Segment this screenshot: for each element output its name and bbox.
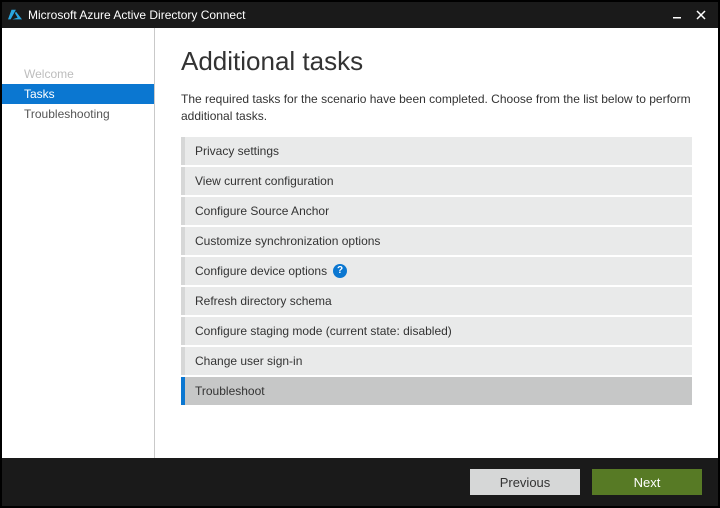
task-list: Privacy settings View current configurat… bbox=[181, 137, 692, 405]
main: Additional tasks The required tasks for … bbox=[155, 28, 718, 458]
close-button[interactable] bbox=[690, 6, 712, 24]
task-label: View current configuration bbox=[195, 174, 334, 188]
page-title: Additional tasks bbox=[181, 46, 692, 77]
footer: Previous Next bbox=[2, 458, 718, 506]
titlebar: Microsoft Azure Active Directory Connect bbox=[2, 2, 718, 28]
task-label: Refresh directory schema bbox=[195, 294, 332, 308]
help-icon[interactable]: ? bbox=[333, 264, 347, 278]
task-configure-source-anchor[interactable]: Configure Source Anchor bbox=[181, 197, 692, 225]
minimize-button[interactable] bbox=[666, 6, 688, 24]
next-button[interactable]: Next bbox=[592, 469, 702, 495]
task-label: Configure staging mode (current state: d… bbox=[195, 324, 452, 338]
task-label: Troubleshoot bbox=[195, 384, 265, 398]
task-configure-device-options[interactable]: Configure device options ? bbox=[181, 257, 692, 285]
task-change-user-sign-in[interactable]: Change user sign-in bbox=[181, 347, 692, 375]
button-label: Previous bbox=[500, 475, 551, 490]
task-label: Configure Source Anchor bbox=[195, 204, 329, 218]
button-label: Next bbox=[634, 475, 661, 490]
task-view-current-configuration[interactable]: View current configuration bbox=[181, 167, 692, 195]
sidebar-item-label: Welcome bbox=[24, 67, 74, 81]
sidebar-item-welcome: Welcome bbox=[2, 64, 154, 84]
sidebar: Welcome Tasks Troubleshooting bbox=[2, 28, 155, 458]
window-title: Microsoft Azure Active Directory Connect bbox=[28, 8, 245, 22]
app-window: Microsoft Azure Active Directory Connect… bbox=[0, 0, 720, 508]
content: Additional tasks The required tasks for … bbox=[155, 28, 718, 458]
task-refresh-directory-schema[interactable]: Refresh directory schema bbox=[181, 287, 692, 315]
task-label: Privacy settings bbox=[195, 144, 279, 158]
sidebar-item-tasks[interactable]: Tasks bbox=[2, 84, 154, 104]
task-label: Change user sign-in bbox=[195, 354, 302, 368]
sidebar-item-label: Troubleshooting bbox=[24, 107, 110, 121]
sidebar-item-label: Tasks bbox=[24, 87, 55, 101]
page-description: The required tasks for the scenario have… bbox=[181, 91, 692, 125]
task-troubleshoot[interactable]: Troubleshoot bbox=[181, 377, 692, 405]
previous-button[interactable]: Previous bbox=[470, 469, 580, 495]
azure-logo-icon bbox=[8, 8, 22, 22]
task-privacy-settings[interactable]: Privacy settings bbox=[181, 137, 692, 165]
sidebar-item-troubleshooting[interactable]: Troubleshooting bbox=[2, 104, 154, 124]
task-customize-synchronization-options[interactable]: Customize synchronization options bbox=[181, 227, 692, 255]
task-configure-staging-mode[interactable]: Configure staging mode (current state: d… bbox=[181, 317, 692, 345]
task-label: Customize synchronization options bbox=[195, 234, 380, 248]
body: Welcome Tasks Troubleshooting Additional… bbox=[2, 28, 718, 458]
task-label: Configure device options bbox=[195, 264, 327, 278]
